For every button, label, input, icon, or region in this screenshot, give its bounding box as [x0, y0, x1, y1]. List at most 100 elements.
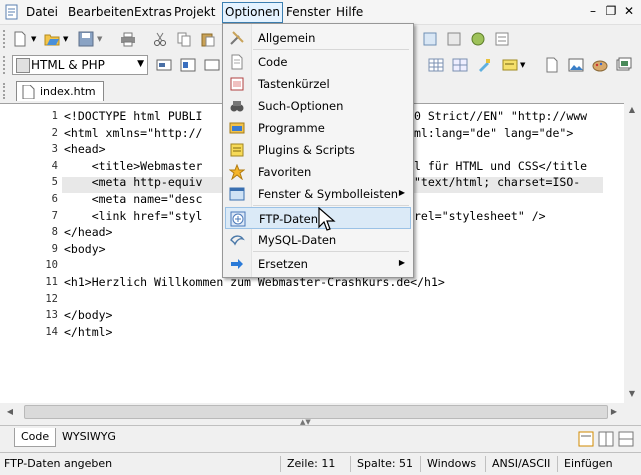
line-number: 10: [45, 259, 58, 271]
brush-icon[interactable]: [476, 57, 492, 73]
toolbar-grip[interactable]: [3, 30, 8, 48]
copy-icon[interactable]: [176, 31, 192, 47]
layout-split-icon[interactable]: [598, 431, 614, 447]
chevron-down-icon[interactable]: ▼: [520, 61, 525, 69]
tab-index-htm[interactable]: index.htm: [16, 81, 104, 101]
toolbar-icon-b[interactable]: [446, 31, 462, 47]
menu-item-allgemein[interactable]: Allgemein: [225, 27, 411, 49]
code-line-continuation[interactable]: 0 Strict//EN" "http://www: [414, 109, 587, 123]
doctype-combobox[interactable]: HTML & PHP ▼: [12, 55, 148, 75]
toolbar-icon-c[interactable]: [470, 31, 486, 47]
code-line-continuation[interactable]: rel="stylesheet" />: [414, 209, 546, 223]
code-line[interactable]: <title>Webmaster: [64, 159, 203, 173]
restore-icon[interactable]: ❐: [604, 4, 618, 18]
code-line[interactable]: </body>: [64, 308, 112, 322]
toolbar-grip[interactable]: [3, 56, 8, 74]
status-divider: [280, 456, 281, 472]
code-line[interactable]: <html xmlns="http://: [64, 126, 202, 140]
submenu-arrow-icon: ▶: [398, 188, 405, 197]
form-icon[interactable]: [156, 57, 172, 73]
scroll-down-icon[interactable]: ▼: [624, 389, 640, 398]
code-line[interactable]: <meta name="desc: [64, 192, 203, 206]
code-line[interactable]: </head>: [64, 225, 112, 239]
table-insert-icon[interactable]: [204, 57, 220, 73]
save-icon[interactable]: [78, 31, 94, 47]
menu-item-tastenkürzel[interactable]: Tastenkürzel: [225, 73, 411, 95]
menu-item-code[interactable]: Code: [225, 51, 411, 73]
images-icon[interactable]: [616, 57, 632, 73]
scroll-left-icon[interactable]: ◀: [2, 407, 18, 416]
horizontal-scroll-thumb[interactable]: [24, 405, 608, 419]
status-divider: [485, 456, 486, 472]
chevron-down-icon[interactable]: ▼: [137, 59, 144, 69]
new-document-icon[interactable]: [12, 31, 28, 47]
line-number: 8: [51, 226, 58, 238]
tab-wysiwyg[interactable]: WYSIWYG: [56, 428, 122, 446]
horizontal-scrollbar[interactable]: ◀ ▶: [0, 403, 624, 420]
toolbar-icon-a[interactable]: [422, 31, 438, 47]
menu-item-such-optionen[interactable]: Such-Optionen: [225, 95, 411, 117]
menu-extras[interactable]: Extras: [132, 3, 174, 21]
ftp-icon: [230, 211, 246, 227]
picture-icon[interactable]: [568, 57, 584, 73]
code-line[interactable]: <link href="styl: [64, 209, 203, 223]
code-line[interactable]: <body>: [64, 242, 106, 256]
menu-bearbeiten[interactable]: Bearbeiten: [66, 3, 136, 21]
options-dropdown-menu: Allgemein Code Tastenkürzel Such-Optionen Pr…: [222, 23, 414, 278]
palette-icon[interactable]: [592, 57, 608, 73]
tab-code[interactable]: Code: [14, 428, 57, 447]
menu-optionen[interactable]: Optionen: [222, 2, 284, 23]
menu-item-label: Plugins & Scripts: [258, 143, 355, 157]
status-divider: [557, 456, 558, 472]
chevron-down-icon[interactable]: ▼: [97, 35, 102, 43]
table-icon[interactable]: [428, 57, 444, 73]
menu-item-label: Code: [258, 55, 288, 69]
cut-icon[interactable]: [152, 31, 168, 47]
menu-datei[interactable]: Datei: [24, 3, 60, 21]
chevron-down-icon[interactable]: ▼: [31, 35, 36, 43]
minimize-icon[interactable]: –: [586, 4, 600, 18]
menu-hilfe[interactable]: Hilfe: [334, 3, 365, 21]
scroll-up-icon[interactable]: ▲: [624, 105, 640, 114]
mouse-cursor-icon: [318, 207, 336, 231]
menu-fenster[interactable]: Fenster: [284, 3, 333, 21]
line-number: 2: [51, 127, 58, 139]
blank-page-icon[interactable]: [544, 57, 560, 73]
open-folder-icon[interactable]: [44, 31, 60, 47]
close-icon[interactable]: ✕: [622, 4, 636, 18]
note-icon[interactable]: [502, 57, 518, 73]
scroll-right-icon[interactable]: ▶: [606, 407, 622, 416]
menu-projekt[interactable]: Projekt: [172, 3, 217, 21]
menu-separator: [253, 205, 409, 206]
menu-item-label: Fenster & Symbolleisten: [258, 187, 399, 201]
code-line-continuation[interactable]: l für HTML und CSS</title: [414, 159, 587, 173]
status-line-endings: Windows: [427, 457, 477, 470]
menu-item-label: Favoriten: [258, 165, 312, 179]
print-icon[interactable]: [120, 31, 136, 47]
layout-single-icon[interactable]: [578, 431, 594, 447]
menu-separator: [253, 251, 409, 252]
menu-item-plugins-scripts[interactable]: Plugins & Scripts: [225, 139, 411, 161]
code-line[interactable]: <head>: [64, 142, 106, 156]
paste-icon[interactable]: [200, 31, 216, 47]
chevron-down-icon[interactable]: ▼: [63, 35, 68, 43]
image-icon[interactable]: [180, 57, 196, 73]
menu-item-ersetzen[interactable]: Ersetzen ▶: [225, 253, 411, 275]
layout-preview-icon[interactable]: [618, 431, 634, 447]
code-line[interactable]: <meta http-equiv: [64, 175, 203, 189]
menu-item-favoriten[interactable]: Favoriten: [225, 161, 411, 183]
view-mode-bar: Code WYSIWYG: [0, 425, 641, 450]
code-line[interactable]: </html>: [64, 325, 112, 339]
code-line[interactable]: <!DOCTYPE html PUBLI: [64, 109, 202, 123]
menu-item-label: MySQL-Daten: [258, 233, 337, 247]
grid-icon[interactable]: [452, 57, 468, 73]
toolbar-icon-d[interactable]: [494, 31, 510, 47]
vertical-scrollbar[interactable]: ▲ ▼: [624, 103, 641, 403]
code-line-continuation[interactable]: ml:lang="de" lang="de">: [414, 126, 573, 140]
tab-grip: [3, 83, 8, 99]
code-line-continuation[interactable]: "text/html; charset=ISO-: [414, 175, 580, 189]
menu-item-fenster-symbolleisten[interactable]: Fenster & Symbolleisten ▶: [225, 183, 411, 205]
document-app-icon[interactable]: [4, 4, 20, 20]
menu-item-programme[interactable]: Programme: [225, 117, 411, 139]
doctype-combobox-value: HTML & PHP: [31, 58, 105, 72]
